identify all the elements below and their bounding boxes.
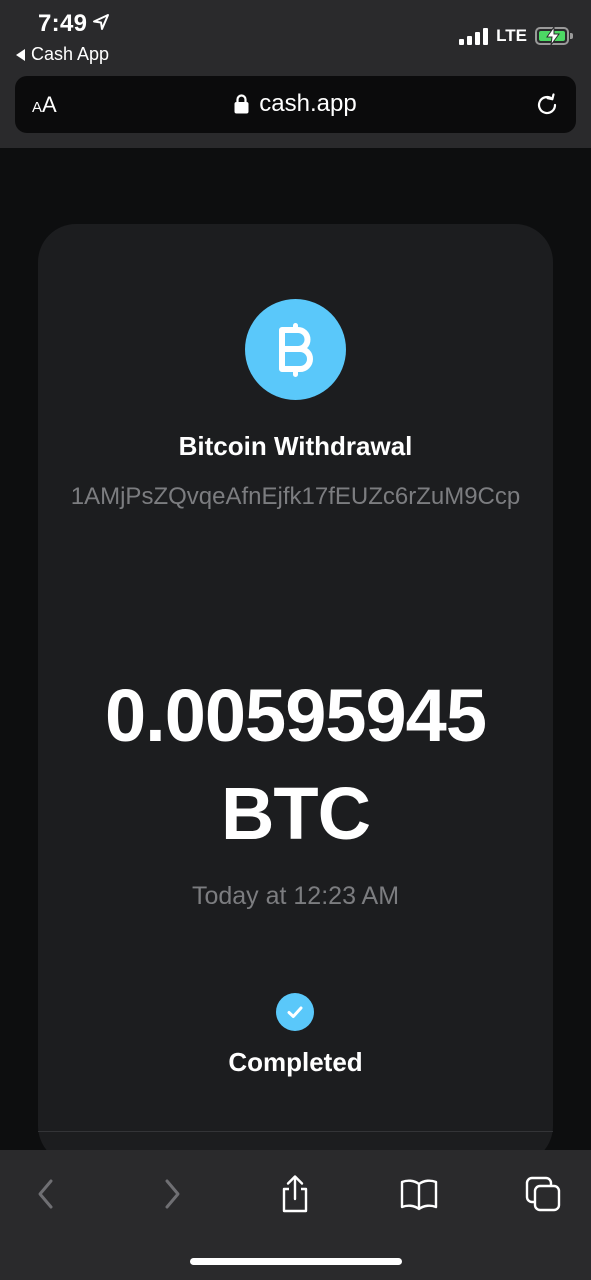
battery-charging-icon xyxy=(535,27,573,45)
browser-header: 7:49 Cash App LTE AA cash.app xyxy=(0,0,591,148)
tabs-button[interactable] xyxy=(521,1172,565,1216)
back-to-app-link[interactable]: Cash App xyxy=(16,44,109,65)
location-arrow-icon xyxy=(93,14,109,30)
home-indicator[interactable] xyxy=(190,1258,402,1265)
tabs-icon xyxy=(525,1176,561,1212)
status-indicators: LTE xyxy=(459,26,573,46)
transaction-card: Bitcoin Withdrawal 1AMjPsZQvqeAfnEjfk17f… xyxy=(38,224,553,1164)
cellular-signal-icon xyxy=(459,27,489,45)
web-content: Bitcoin Withdrawal 1AMjPsZQvqeAfnEjfk17f… xyxy=(0,148,591,1164)
url-display[interactable]: cash.app xyxy=(15,90,576,118)
status-time: 7:49 xyxy=(38,10,88,37)
divider xyxy=(38,1131,553,1132)
back-icon xyxy=(38,1179,53,1209)
transaction-title: Bitcoin Withdrawal xyxy=(178,431,413,461)
reload-icon[interactable] xyxy=(534,92,560,118)
transaction-amount: 0.00595945 BTC xyxy=(105,674,487,855)
share-icon xyxy=(282,1175,308,1213)
share-button[interactable] xyxy=(273,1172,317,1216)
forward-icon xyxy=(165,1179,180,1209)
forward-button[interactable] xyxy=(150,1172,194,1216)
transaction-timestamp: Today at 12:23 AM xyxy=(191,882,400,910)
bitcoin-avatar xyxy=(245,299,346,400)
wallet-address: 1AMjPsZQvqeAfnEjfk17fEUZc6rZuM9Ccp xyxy=(70,483,521,510)
bookmarks-icon xyxy=(400,1179,438,1211)
address-bar[interactable]: AA cash.app xyxy=(15,76,576,133)
back-triangle-icon xyxy=(16,48,25,61)
back-button[interactable] xyxy=(24,1172,68,1216)
url-text: cash.app xyxy=(259,90,357,117)
check-icon xyxy=(276,993,314,1031)
lock-icon xyxy=(234,94,249,114)
network-type: LTE xyxy=(496,26,527,45)
back-app-label: Cash App xyxy=(31,44,110,64)
bitcoin-icon xyxy=(278,322,313,377)
transaction-status: Completed xyxy=(228,1047,363,1077)
bookmarks-button[interactable] xyxy=(397,1172,441,1216)
browser-toolbar xyxy=(0,1150,591,1280)
